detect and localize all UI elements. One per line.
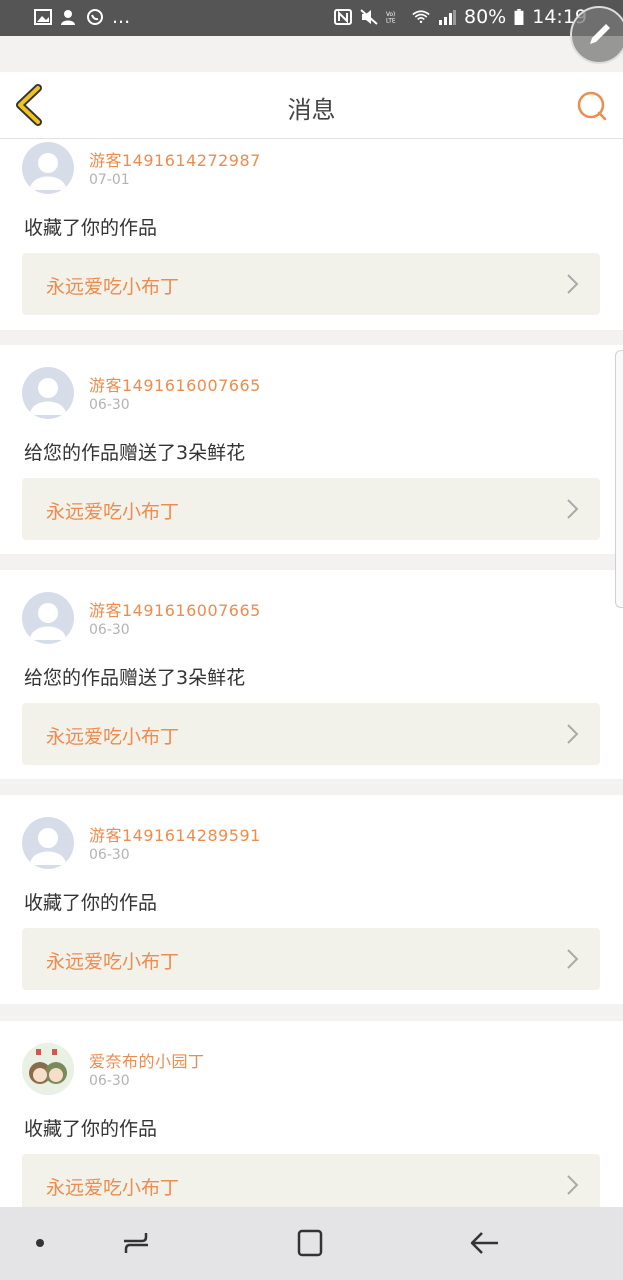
nfc-icon: [334, 9, 352, 25]
work-title: 永远爱吃小布丁: [46, 1177, 180, 1199]
work-link[interactable]: 永远爱吃小布丁: [22, 478, 600, 540]
more-notifications: ...: [112, 6, 131, 28]
svg-text:LTE: LTE: [386, 19, 396, 25]
wifi-icon: [412, 10, 430, 24]
message-action: 收藏了你的作品: [24, 217, 158, 239]
work-link[interactable]: 永远爱吃小布丁: [22, 928, 600, 990]
system-nav-bar: [0, 1207, 623, 1280]
message-card: 爱奈布的小园丁 06-30 收藏了你的作品 永远爱吃小布丁: [0, 1021, 623, 1207]
message-action: 给您的作品赠送了3朵鲜花: [24, 442, 246, 464]
chevron-right-icon: [567, 274, 579, 294]
message-action: 收藏了你的作品: [24, 892, 158, 914]
sender-username[interactable]: 游客1491614272987: [89, 147, 261, 171]
edit-floating-button[interactable]: [570, 6, 623, 64]
volte-icon: Vo)LTE: [386, 12, 396, 25]
work-title: 永远爱吃小布丁: [46, 951, 180, 973]
message-card: 游客1491616007665 06-30 给您的作品赠送了3朵鲜花 永远爱吃小…: [0, 345, 623, 554]
user-avatar[interactable]: [22, 1043, 74, 1095]
work-title: 永远爱吃小布丁: [46, 501, 180, 523]
message-date: 06-30: [89, 847, 130, 863]
work-link[interactable]: 永远爱吃小布丁: [22, 1154, 600, 1207]
battery-icon: [514, 9, 524, 25]
user-avatar[interactable]: [22, 592, 74, 644]
sender-username[interactable]: 游客1491616007665: [89, 372, 261, 396]
scrollbar-thumb[interactable]: [615, 350, 623, 608]
message-card: 游客1491616007665 06-30 给您的作品赠送了3朵鲜花 永远爱吃小…: [0, 570, 623, 779]
message-card: 游客1491614289591 06-30 收藏了你的作品 永远爱吃小布丁: [0, 795, 623, 1004]
message-date: 06-30: [89, 1073, 130, 1089]
status-left: ...: [34, 6, 130, 28]
user-avatar[interactable]: [22, 817, 74, 869]
message-list[interactable]: 游客1491614272987 07-01 收藏了你的作品 永远爱吃小布丁 游客…: [0, 139, 623, 1207]
default-avatar-icon: [30, 378, 66, 415]
user-avatar[interactable]: [22, 142, 74, 194]
custom-avatar-image: [22, 1043, 74, 1095]
status-bar: ... Vo) LTE 80% 14:19: [0, 0, 623, 36]
svg-text:Vo): Vo): [386, 12, 395, 18]
chevron-right-icon: [567, 1175, 579, 1195]
search-icon[interactable]: [576, 90, 608, 122]
recent-apps-icon[interactable]: [118, 1225, 154, 1261]
image-icon: [34, 9, 52, 25]
work-title: 永远爱吃小布丁: [46, 726, 180, 748]
work-title: 永远爱吃小布丁: [46, 276, 180, 298]
dot-icon[interactable]: [22, 1225, 58, 1261]
message-date: 06-30: [89, 397, 130, 413]
status-right: Vo) LTE 80% 14:19: [334, 6, 587, 28]
message-action: 给您的作品赠送了3朵鲜花: [24, 667, 246, 689]
default-avatar-icon: [30, 603, 66, 640]
chevron-right-icon: [567, 499, 579, 519]
sender-username[interactable]: 游客1491616007665: [89, 597, 261, 621]
app-header: 消息: [0, 72, 623, 139]
page-title: 消息: [287, 96, 336, 124]
contact-icon: [61, 10, 75, 25]
whatsapp-icon: [87, 9, 103, 25]
chevron-right-icon: [567, 724, 579, 744]
default-avatar-icon: [30, 153, 66, 190]
back-icon[interactable]: [468, 1225, 504, 1261]
sender-username[interactable]: 游客1491614289591: [89, 822, 261, 846]
default-avatar-icon: [30, 828, 66, 865]
work-link[interactable]: 永远爱吃小布丁: [22, 703, 600, 765]
mute-icon: [360, 9, 378, 25]
message-date: 07-01: [89, 172, 130, 188]
work-link[interactable]: 永远爱吃小布丁: [22, 253, 600, 315]
sender-username[interactable]: 爱奈布的小园丁: [89, 1048, 205, 1072]
message-action: 收藏了你的作品: [24, 1118, 158, 1140]
chevron-right-icon: [567, 949, 579, 969]
user-avatar[interactable]: [22, 367, 74, 419]
message-card: 游客1491614272987 07-01 收藏了你的作品 永远爱吃小布丁: [0, 139, 623, 330]
signal-icon: [439, 10, 456, 25]
message-date: 06-30: [89, 622, 130, 638]
pencil-icon: [590, 24, 610, 44]
battery-percent: 80%: [464, 6, 507, 28]
home-icon[interactable]: [293, 1225, 329, 1261]
